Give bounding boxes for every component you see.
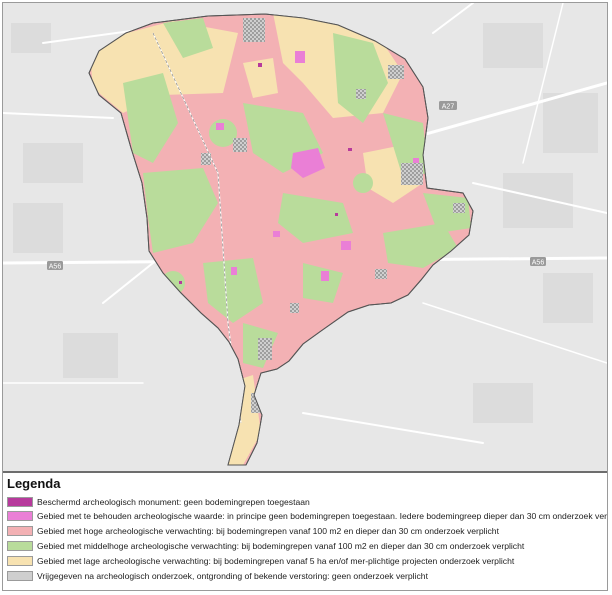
legend-label-hoog: Gebied met hoge archeologische verwachti… — [37, 526, 499, 536]
legend-label-monument: Beschermd archeologisch monument: geen b… — [37, 497, 310, 507]
road-label-a56-west: A56 — [49, 264, 62, 271]
legend-label-laag: Gebied met lage archeologische verwachti… — [37, 556, 515, 566]
legend-label-vrijgegeven: Vrijgegeven na archeologisch onderzoek, … — [37, 571, 428, 581]
legend-item-vrijgegeven: Vrijgegeven na archeologisch onderzoek, … — [7, 570, 605, 583]
map-legend: Legenda Beschermd archeologisch monument… — [3, 473, 607, 590]
road-shield-a56-east: A56 — [530, 257, 546, 267]
legend-swatch-laag — [7, 556, 33, 566]
legend-item-middelhoog: Gebied met middelhoge archeologische ver… — [7, 540, 605, 553]
legend-item-monument: Beschermd archeologisch monument: geen b… — [7, 496, 605, 509]
road-shield-a27: A27 — [439, 101, 457, 111]
legend-swatch-middelhoog — [7, 541, 33, 551]
legend-swatch-waarde — [7, 511, 33, 521]
legend-label-waarde: Gebied met te behouden archeologische wa… — [37, 511, 608, 521]
legend-swatch-vrijgegeven — [7, 571, 33, 581]
legend-item-laag: Gebied met lage archeologische verwachti… — [7, 555, 605, 568]
map-frame: A27 A56 A56 Legenda Beschermd archeologi… — [2, 2, 608, 591]
municipality-area[interactable] — [88, 13, 474, 466]
map-canvas: A27 A56 A56 — [3, 3, 607, 466]
road-shield-a56-west: A56 — [47, 261, 63, 271]
legend-label-middelhoog: Gebied met middelhoge archeologische ver… — [37, 541, 525, 551]
legend-title: Legenda — [7, 476, 61, 491]
legend-item-hoog: Gebied met hoge archeologische verwachti… — [7, 525, 605, 538]
legend-swatch-hoog — [7, 526, 33, 536]
legend-item-waarde: Gebied met te behouden archeologische wa… — [7, 510, 608, 523]
road-label-a27: A27 — [442, 104, 455, 111]
road-label-a56-east: A56 — [532, 260, 545, 267]
legend-swatch-monument — [7, 497, 33, 507]
archaeology-map[interactable]: A27 A56 A56 — [3, 3, 607, 471]
